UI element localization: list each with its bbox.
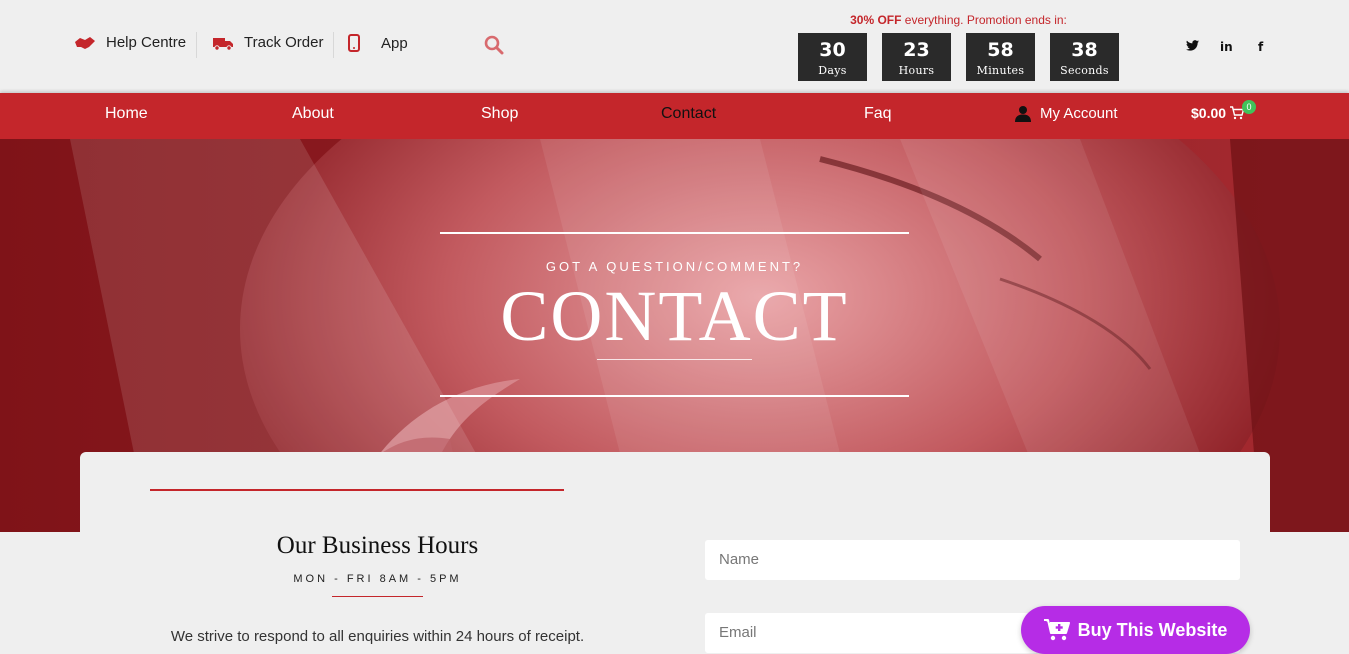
countdown-hours: 23 Hours bbox=[882, 33, 951, 81]
my-account-link[interactable]: My Account bbox=[1015, 105, 1118, 122]
nav-about[interactable]: About bbox=[292, 105, 334, 123]
hero-divider-top bbox=[440, 232, 909, 234]
my-account-label: My Account bbox=[1040, 105, 1118, 122]
divider bbox=[333, 32, 334, 58]
countdown-value: 58 bbox=[987, 39, 1014, 61]
nav-contact[interactable]: Contact bbox=[661, 105, 716, 123]
help-centre-label: Help Centre bbox=[106, 34, 187, 51]
track-order-link[interactable]: Track Order bbox=[212, 34, 323, 51]
twitter-icon[interactable] bbox=[1186, 40, 1199, 51]
countdown-label: Minutes bbox=[976, 64, 1025, 77]
countdown-label: Days bbox=[818, 64, 847, 77]
search-icon[interactable] bbox=[484, 35, 504, 55]
page-title: CONTACT bbox=[500, 276, 849, 356]
business-hours-text: We strive to respond to all enquiries wi… bbox=[170, 628, 585, 645]
truck-icon bbox=[213, 37, 233, 51]
countdown-days: 30 Days bbox=[798, 33, 867, 81]
app-label: App bbox=[381, 34, 408, 52]
hero-divider-mid bbox=[597, 359, 752, 360]
promo-banner: 30% OFF everything. Promotion ends in: bbox=[798, 13, 1119, 27]
help-centre-link[interactable]: Help Centre bbox=[74, 34, 186, 51]
cart-total: $0.00 bbox=[1191, 105, 1227, 121]
business-hours-schedule: MON - FRI 8AM - 5PM bbox=[293, 573, 462, 585]
facebook-icon[interactable]: f bbox=[1258, 40, 1263, 54]
app-link[interactable]: App bbox=[348, 34, 408, 52]
countdown-seconds: 38 Seconds bbox=[1050, 33, 1119, 81]
accent-line bbox=[150, 489, 564, 491]
promo-text: everything. Promotion ends in: bbox=[901, 13, 1067, 27]
promo-discount: 30% OFF bbox=[850, 13, 902, 27]
hero-subtitle: GOT A QUESTION/COMMENT? bbox=[545, 259, 804, 274]
cart-link[interactable]: $0.00 bbox=[1191, 105, 1245, 121]
nav-faq[interactable]: Faq bbox=[864, 105, 892, 123]
countdown-label: Hours bbox=[898, 64, 935, 77]
handshake-icon bbox=[75, 36, 95, 49]
main-nav: Home About Shop Contact Faq My Account $… bbox=[0, 93, 1349, 139]
business-hours-title: Our Business Hours bbox=[276, 532, 479, 559]
user-icon bbox=[1015, 106, 1031, 122]
business-hours-divider bbox=[332, 596, 423, 597]
countdown-label: Seconds bbox=[1060, 64, 1109, 77]
countdown-value: 30 bbox=[819, 39, 846, 61]
cart-plus-icon bbox=[1043, 619, 1070, 641]
countdown-minutes: 58 Minutes bbox=[966, 33, 1035, 81]
countdown-value: 38 bbox=[1071, 39, 1098, 61]
cart-count-badge: 0 bbox=[1242, 100, 1256, 114]
nav-home[interactable]: Home bbox=[105, 105, 148, 123]
track-order-label: Track Order bbox=[244, 34, 324, 51]
divider bbox=[196, 32, 197, 58]
hero-divider-bottom bbox=[440, 395, 909, 397]
nav-shop[interactable]: Shop bbox=[481, 105, 518, 123]
linkedin-icon[interactable]: in bbox=[1220, 40, 1233, 54]
mobile-phone-icon bbox=[348, 34, 360, 52]
buy-website-label: Buy This Website bbox=[1077, 619, 1228, 640]
top-bar: Help Centre Track Order App 30% OFF ever… bbox=[0, 0, 1349, 93]
name-field[interactable]: Name bbox=[705, 540, 1240, 580]
countdown-value: 23 bbox=[903, 39, 930, 61]
buy-website-button[interactable]: Buy This Website bbox=[1021, 606, 1250, 654]
